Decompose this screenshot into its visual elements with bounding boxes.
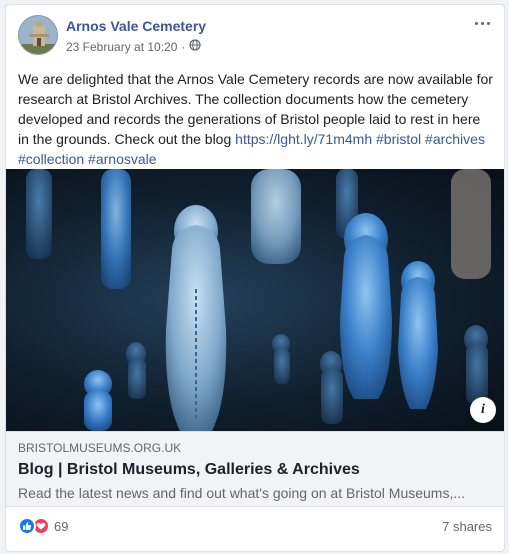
hashtag-collection[interactable]: #collection: [18, 151, 84, 167]
post-card: Arnos Vale Cemetery 23 February at 10:20…: [5, 4, 505, 552]
link-description: Read the latest news and find out what's…: [18, 485, 466, 501]
post-header: Arnos Vale Cemetery 23 February at 10:20…: [18, 15, 492, 59]
link-preview-image[interactable]: i: [6, 169, 504, 431]
link-preview[interactable]: BRISTOLMUSEUMS.ORG.UK Blog | Bristol Mus…: [6, 431, 504, 507]
page-name-link[interactable]: Arnos Vale Cemetery: [66, 18, 206, 34]
like-reaction-icon: [18, 517, 36, 535]
hashtag-archives[interactable]: #archives: [425, 131, 485, 147]
meta-separator: ·: [181, 39, 186, 54]
hashtag-arnosvale[interactable]: #arnosvale: [88, 151, 157, 167]
post-footer: 69 7 shares: [18, 517, 492, 539]
post-body: We are delighted that the Arnos Vale Cem…: [18, 69, 494, 169]
link-domain: BRISTOLMUSEUMS.ORG.UK: [18, 441, 182, 455]
post-link[interactable]: https://lght.ly/71m4mh: [235, 131, 372, 147]
link-title[interactable]: Blog | Bristol Museums, Galleries & Arch…: [18, 461, 360, 479]
post-timestamp[interactable]: 23 February at 10:20: [66, 40, 177, 54]
reaction-count: 69: [54, 518, 69, 534]
reactions-summary[interactable]: 69: [18, 517, 68, 535]
hashtag-bristol[interactable]: #bristol: [376, 131, 421, 147]
globe-icon[interactable]: [189, 39, 202, 54]
info-icon[interactable]: i: [470, 397, 496, 423]
more-options-icon[interactable]: [472, 15, 492, 31]
page-avatar[interactable]: [18, 15, 58, 55]
post-meta: 23 February at 10:20 ·: [66, 39, 202, 54]
shares-count[interactable]: 7 shares: [442, 519, 492, 534]
